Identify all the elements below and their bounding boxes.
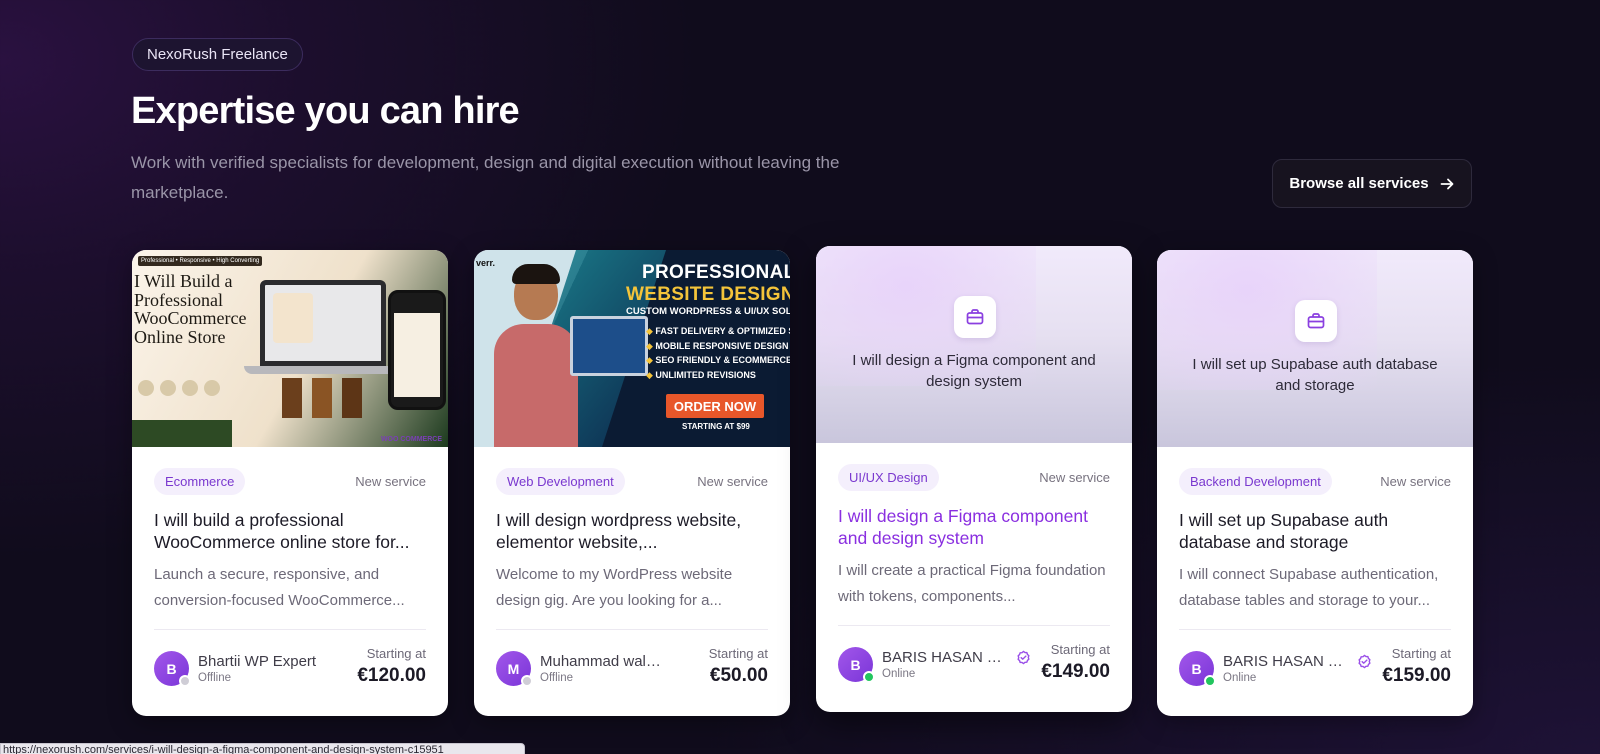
banner-feature-list: FAST DELIVERY & OPTIMIZED SITE MOBILE RE… bbox=[646, 324, 790, 382]
briefcase-icon bbox=[1295, 300, 1337, 342]
card-divider bbox=[496, 629, 768, 630]
seller-info[interactable]: B Bhartii WP Expert Offline bbox=[154, 651, 317, 687]
price-label: Starting at bbox=[708, 646, 768, 661]
service-title[interactable]: I will set up Supabase auth database and… bbox=[1179, 509, 1451, 553]
category-badge[interactable]: Ecommerce bbox=[154, 468, 246, 495]
banner-line-3: CUSTOM WORDPRESS & UI/UX SOLUTIONS bbox=[626, 306, 790, 317]
card-body: Backend Development New service I will s… bbox=[1157, 447, 1473, 716]
feature-icons bbox=[138, 380, 220, 396]
seller-status: Online bbox=[1223, 672, 1257, 684]
link-preview-status-bar: https://nexorush.com/services/i-will-des… bbox=[0, 743, 525, 754]
new-service-tag: New service bbox=[355, 474, 426, 489]
laptop-base-graphic bbox=[244, 366, 404, 374]
service-image[interactable]: I will set up Supabase auth database and… bbox=[1157, 250, 1473, 447]
avatar: M bbox=[496, 651, 533, 687]
browse-all-services-label: Browse all services bbox=[1289, 175, 1429, 192]
seller-name: BARIS HASAN TO... bbox=[882, 649, 1010, 666]
service-card[interactable]: I will design a Figma component and desi… bbox=[816, 246, 1132, 712]
price-label: Starting at bbox=[366, 646, 426, 661]
service-card[interactable]: I will set up Supabase auth database and… bbox=[1157, 250, 1473, 716]
devices-graphic bbox=[570, 316, 648, 376]
banner-tagline: Professional • Responsive • High Convert… bbox=[138, 256, 263, 266]
verified-check-icon bbox=[1358, 654, 1371, 669]
card-body: UI/UX Design New service I will design a… bbox=[816, 443, 1132, 712]
new-service-tag: New service bbox=[1039, 470, 1110, 485]
offline-status-dot bbox=[179, 675, 191, 687]
phone-graphic bbox=[388, 290, 446, 410]
seller-name: BARIS HASAN TO... bbox=[1223, 653, 1351, 670]
service-description: I will connect Supabase authentication, … bbox=[1179, 566, 1439, 609]
person-graphic bbox=[494, 264, 578, 447]
avatar: B bbox=[838, 647, 875, 683]
card-body: Web Development New service I will desig… bbox=[474, 447, 790, 716]
offline-status-dot bbox=[521, 675, 533, 687]
service-card[interactable]: verr. PROFESSIONAL WEBSITE DESIGNER CUST… bbox=[474, 250, 790, 716]
seller-status: Online bbox=[882, 668, 916, 680]
seller-info[interactable]: M Muhammad waleed Offline bbox=[496, 651, 668, 687]
online-status-dot bbox=[863, 671, 875, 683]
price-label: Starting at bbox=[1050, 642, 1110, 657]
banner-title: I Will Build a Professional WooCommerce … bbox=[134, 271, 247, 347]
card-divider bbox=[838, 625, 1110, 626]
section-subtitle: Work with verified specialists for devel… bbox=[131, 153, 840, 202]
service-description: Launch a secure, responsive, and convers… bbox=[154, 566, 405, 609]
seller-status: Offline bbox=[540, 672, 574, 684]
laptop-graphic bbox=[260, 280, 386, 366]
freelance-badge: NexoRush Freelance bbox=[132, 38, 303, 71]
category-badge[interactable]: UI/UX Design bbox=[838, 464, 939, 491]
seller-status: Offline bbox=[198, 672, 232, 684]
service-image[interactable]: Professional • Responsive • High Convert… bbox=[132, 250, 448, 447]
online-status-dot bbox=[1204, 675, 1216, 687]
seller-info[interactable]: B BARIS HASAN TO... Online bbox=[838, 647, 1031, 683]
price-box: Starting at €120.00 bbox=[357, 646, 426, 687]
banner-line-1: PROFESSIONAL bbox=[642, 262, 790, 283]
price: €159.00 bbox=[1382, 665, 1451, 686]
service-image[interactable]: verr. PROFESSIONAL WEBSITE DESIGNER CUST… bbox=[474, 250, 790, 447]
seller-name: Muhammad waleed bbox=[540, 653, 668, 670]
service-card[interactable]: Professional • Responsive • High Convert… bbox=[132, 250, 448, 716]
category-badge[interactable]: Web Development bbox=[496, 468, 625, 495]
price-box: Starting at €149.00 bbox=[1041, 642, 1110, 683]
woocommerce-logo: WOO COMMERCE bbox=[380, 436, 442, 443]
price: €50.00 bbox=[709, 665, 768, 686]
seller-name: Bhartii WP Expert bbox=[198, 653, 317, 670]
service-description: I will create a practical Figma foundati… bbox=[838, 562, 1106, 605]
banner-starting-price: STARTING AT $99 bbox=[682, 422, 750, 431]
price: €149.00 bbox=[1041, 661, 1110, 682]
product-bottles-graphic bbox=[282, 378, 382, 418]
service-title[interactable]: I will design a Figma component and desi… bbox=[838, 505, 1110, 549]
card-body: Ecommerce New service I will build a pro… bbox=[132, 447, 448, 716]
briefcase-icon bbox=[954, 296, 996, 338]
section-title: Expertise you can hire bbox=[131, 90, 520, 132]
price-label: Starting at bbox=[1391, 646, 1451, 661]
browse-all-services-button[interactable]: Browse all services bbox=[1272, 159, 1472, 208]
feature-strip bbox=[132, 420, 232, 447]
avatar: B bbox=[154, 651, 191, 687]
verified-check-icon bbox=[1017, 650, 1030, 665]
new-service-tag: New service bbox=[1380, 474, 1451, 489]
category-badge[interactable]: Backend Development bbox=[1179, 468, 1332, 495]
service-title[interactable]: I will design wordpress website, element… bbox=[496, 509, 768, 553]
price-box: Starting at €159.00 bbox=[1382, 646, 1451, 687]
seller-info[interactable]: B BARIS HASAN TO... Online bbox=[1179, 651, 1372, 687]
banner-line-2: WEBSITE DESIGNER bbox=[626, 284, 790, 305]
banner-brand: verr. bbox=[476, 258, 496, 268]
card-divider bbox=[154, 629, 426, 630]
avatar: B bbox=[1179, 651, 1216, 687]
banner-order-now: ORDER NOW bbox=[666, 394, 764, 418]
service-description: Welcome to my WordPress website design g… bbox=[496, 566, 733, 609]
placeholder-text: I will set up Supabase auth database and… bbox=[1192, 356, 1438, 394]
card-divider bbox=[1179, 629, 1451, 630]
placeholder-text: I will design a Figma component and desi… bbox=[852, 352, 1096, 390]
price-box: Starting at €50.00 bbox=[709, 646, 768, 687]
service-title[interactable]: I will build a professional WooCommerce … bbox=[154, 509, 426, 553]
price: €120.00 bbox=[357, 665, 426, 686]
service-image[interactable]: I will design a Figma component and desi… bbox=[816, 246, 1132, 443]
arrow-right-icon bbox=[1440, 178, 1454, 189]
new-service-tag: New service bbox=[697, 474, 768, 489]
